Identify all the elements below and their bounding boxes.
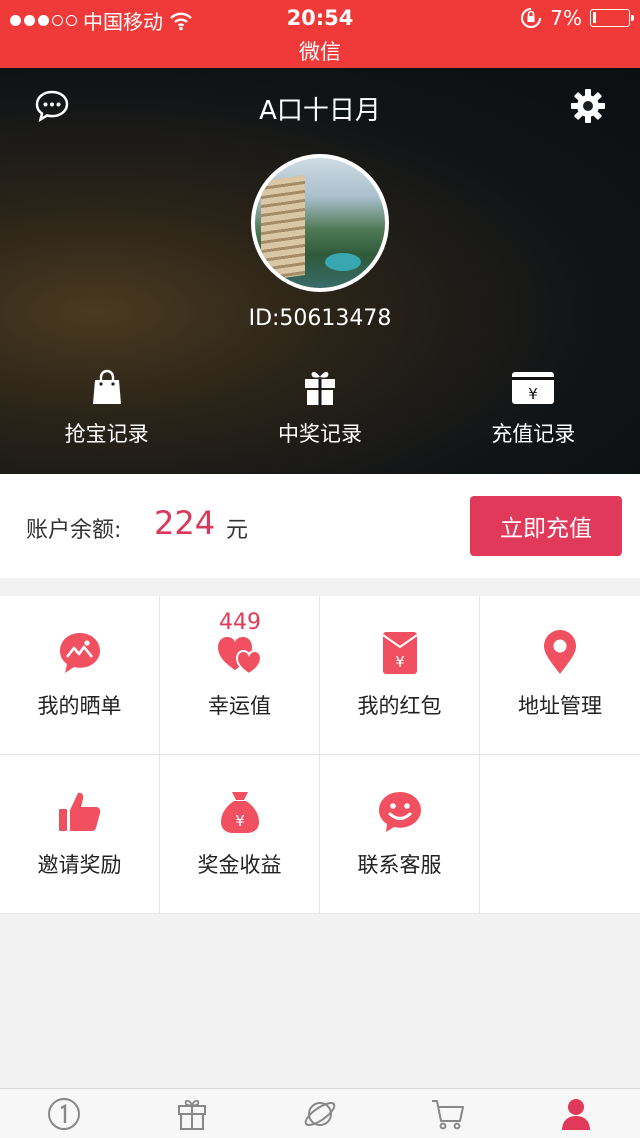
tab-bar (0, 1088, 640, 1138)
tab-profile[interactable] (512, 1089, 640, 1138)
menu-item-label: 奖金收益 (197, 853, 282, 877)
yen-card-icon: ¥ (512, 372, 555, 404)
gift-icon (304, 372, 335, 405)
balance-bar: 账户余额: 224 元 立即充值 (0, 474, 640, 578)
menu-item-address[interactable]: 地址管理 (480, 596, 640, 755)
battery-percent: 7% (550, 6, 582, 30)
balance-unit: 元 (226, 518, 249, 543)
hearts-icon (217, 637, 262, 676)
link-win-records[interactable]: 中奖记录 (213, 368, 426, 468)
tab-discover[interactable] (256, 1089, 384, 1138)
link-label: 充值记录 (491, 422, 576, 446)
menu-item-customer-service[interactable]: 联系客服 (320, 755, 480, 914)
smiley-icon (378, 792, 421, 832)
link-recharge-records[interactable]: ¥ 充值记录 (427, 368, 640, 468)
money-bag-icon: ¥ (220, 792, 259, 833)
link-label: 抢宝记录 (64, 422, 149, 446)
menu-item-label: 邀请奖励 (37, 853, 122, 877)
rotation-lock-icon (521, 8, 542, 28)
red-envelope-icon: ¥ (381, 632, 418, 674)
menu-item-my-shares[interactable]: 我的晒单 (0, 596, 160, 755)
menu-grid: 我的晒单 449 幸运值 ¥ 我的红包 地址管理 邀请奖励 ¥ 奖金收益 联系客… (0, 596, 640, 914)
svg-text:¥: ¥ (235, 812, 245, 830)
number-one-icon (48, 1097, 80, 1130)
planet-icon (304, 1101, 336, 1126)
user-id: ID:50613478 (248, 306, 392, 331)
menu-item-label: 我的红包 (357, 694, 442, 718)
svg-text:¥: ¥ (529, 385, 539, 403)
link-snatch-records[interactable]: 抢宝记录 (0, 368, 213, 468)
balance-value: 224 (154, 504, 216, 542)
app-name: 微信 (299, 40, 341, 64)
tab-home[interactable] (0, 1089, 128, 1138)
tab-lottery[interactable] (128, 1089, 256, 1138)
avatar[interactable] (251, 154, 389, 292)
profile-header: A口十日月 ID:50613478 抢宝记录 中奖记录 ¥ 充值记录 (0, 68, 640, 474)
menu-item-label: 我的晒单 (37, 694, 122, 718)
balance-label: 账户余额: (26, 518, 122, 543)
cart-icon (432, 1099, 464, 1129)
menu-item-label: 联系客服 (357, 853, 442, 877)
location-pin-icon (544, 630, 576, 674)
gear-icon[interactable] (570, 88, 606, 124)
gift-icon (178, 1099, 206, 1130)
menu-empty-cell (480, 755, 640, 914)
shopping-bag-icon (92, 369, 121, 404)
photo-bubble-icon (59, 633, 100, 673)
luck-count-badge: 449 (219, 610, 261, 635)
status-bar: 中国移动 20:54 7% 微信 (0, 0, 640, 68)
menu-item-luck-value[interactable]: 449 幸运值 (160, 596, 320, 755)
menu-item-red-envelope[interactable]: ¥ 我的红包 (320, 596, 480, 755)
menu-item-label: 地址管理 (518, 694, 602, 718)
menu-item-bonus-income[interactable]: ¥ 奖金收益 (160, 755, 320, 914)
link-label: 中奖记录 (277, 422, 362, 446)
user-nickname: A口十日月 (259, 96, 381, 126)
menu-item-label: 幸运值 (208, 694, 271, 718)
recharge-button[interactable]: 立即充值 (470, 496, 622, 556)
thumbs-up-icon (58, 792, 100, 831)
svg-text:¥: ¥ (395, 653, 405, 671)
user-icon (562, 1098, 590, 1130)
tab-cart[interactable] (384, 1089, 512, 1138)
battery-icon (590, 9, 634, 27)
menu-item-invite-rewards[interactable]: 邀请奖励 (0, 755, 160, 914)
